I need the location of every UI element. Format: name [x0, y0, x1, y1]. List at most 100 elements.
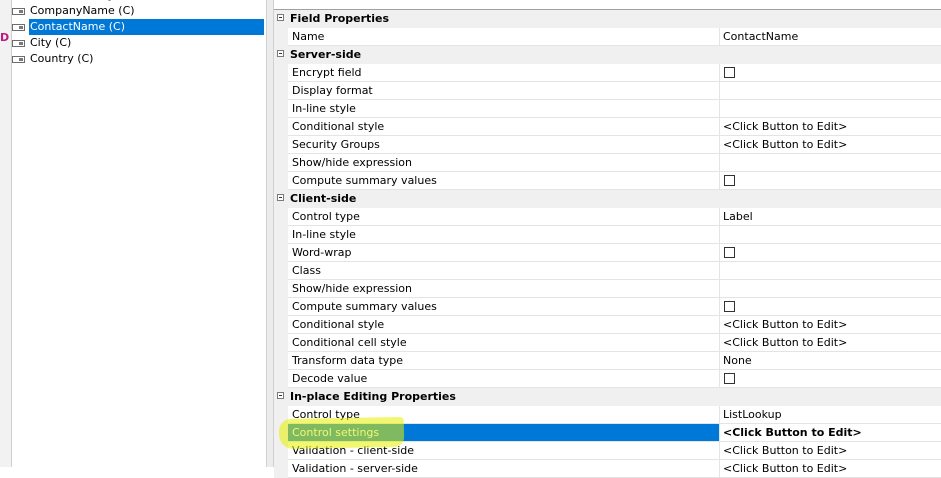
property-value[interactable]: ContactName: [720, 28, 941, 46]
category-label: Field Properties: [290, 12, 390, 25]
row-gutter: [274, 316, 288, 334]
property-checkbox-cell[interactable]: [720, 370, 941, 388]
property-row[interactable]: Control settings <Click Button to Edit>: [274, 424, 941, 442]
row-gutter: [274, 190, 288, 208]
property-row[interactable]: In-line style: [274, 226, 941, 244]
collapse-icon[interactable]: [277, 50, 284, 57]
property-value[interactable]: <Click Button to Edit>: [720, 136, 941, 154]
property-row[interactable]: Validation - client-side <Click Button to…: [274, 442, 941, 460]
property-name: Compute summary values: [288, 172, 720, 190]
property-row[interactable]: Class: [274, 262, 941, 280]
tree-node-label: CompanyName (C): [30, 4, 135, 17]
category-row[interactable]: Field Properties: [274, 10, 941, 28]
panel-splitter[interactable]: [266, 0, 274, 467]
property-row[interactable]: Show/hide expression: [274, 154, 941, 172]
tree-node-label: City (C): [30, 36, 72, 49]
property-name: Conditional style: [288, 118, 720, 136]
row-gutter: [274, 370, 288, 388]
property-value[interactable]: None: [720, 352, 941, 370]
category-label: In-place Editing Properties: [290, 390, 456, 403]
row-gutter: [274, 100, 288, 118]
property-row[interactable]: Encrypt field: [274, 64, 941, 82]
property-value[interactable]: [720, 262, 941, 280]
property-value[interactable]: <Click Button to Edit>: [720, 424, 941, 442]
property-checkbox-cell[interactable]: [720, 244, 941, 262]
property-row[interactable]: Control type ListLookup: [274, 406, 941, 424]
field-icon: [12, 7, 25, 15]
property-row[interactable]: Conditional cell style <Click Button to E…: [274, 334, 941, 352]
property-row[interactable]: Show/hide expression: [274, 280, 941, 298]
checkbox[interactable]: [724, 67, 735, 78]
property-row[interactable]: Conditional style <Click Button to Edit>: [274, 118, 941, 136]
row-gutter: [274, 352, 288, 370]
row-gutter: [274, 226, 288, 244]
property-name: Show/hide expression: [288, 154, 720, 172]
property-row[interactable]: Word-wrap: [274, 244, 941, 262]
checkbox[interactable]: [724, 373, 735, 384]
property-name: In-line style: [288, 226, 720, 244]
collapse-icon[interactable]: [277, 14, 284, 21]
property-value[interactable]: [720, 226, 941, 244]
property-value[interactable]: [720, 100, 941, 118]
property-row[interactable]: Conditional style <Click Button to Edit>: [274, 316, 941, 334]
row-gutter: [274, 298, 288, 316]
property-value[interactable]: [720, 280, 941, 298]
property-value[interactable]: <Click Button to Edit>: [720, 334, 941, 352]
property-row[interactable]: Security Groups <Click Button to Edit>: [274, 136, 941, 154]
property-value[interactable]: <Click Button to Edit>: [720, 442, 941, 460]
property-name: Display format: [288, 82, 720, 100]
property-row[interactable]: Compute summary values: [274, 298, 941, 316]
property-name: Validation - server-side: [288, 460, 720, 478]
checkbox[interactable]: [724, 175, 735, 186]
category-row[interactable]: Client-side: [274, 190, 941, 208]
property-row[interactable]: Compute summary values: [274, 172, 941, 190]
property-value[interactable]: <Click Button to Edit>: [720, 118, 941, 136]
property-row[interactable]: Transform data type None: [274, 352, 941, 370]
property-name: Validation - client-side: [288, 442, 720, 460]
tree-node-label: ContactName (C): [29, 19, 264, 35]
row-gutter: [274, 82, 288, 100]
row-gutter: [274, 334, 288, 352]
tree-node[interactable]: City (C): [12, 35, 74, 51]
property-checkbox-cell[interactable]: [720, 64, 941, 82]
checkbox[interactable]: [724, 301, 735, 312]
property-checkbox-cell[interactable]: [720, 172, 941, 190]
property-row[interactable]: Control type Label: [274, 208, 941, 226]
row-gutter: [274, 10, 288, 28]
category-label: Server-side: [290, 48, 362, 61]
property-row[interactable]: Display format: [274, 82, 941, 100]
row-gutter: [274, 172, 288, 190]
left-marker: D: [0, 31, 10, 44]
property-grid[interactable]: Field Properties Name ContactName Server-si…: [274, 9, 941, 478]
property-value[interactable]: [720, 154, 941, 172]
property-value[interactable]: [720, 82, 941, 100]
property-row[interactable]: In-line style: [274, 100, 941, 118]
category-row[interactable]: Server-side: [274, 46, 941, 64]
tree-node[interactable]: Country (C): [12, 51, 96, 67]
property-row[interactable]: Validation - server-side <Click Button to…: [274, 460, 941, 478]
collapse-icon[interactable]: [277, 392, 284, 399]
row-gutter: [274, 262, 288, 280]
tree-node[interactable]: ContactName (C): [12, 19, 264, 35]
property-value[interactable]: <Click Button to Edit>: [720, 460, 941, 478]
collapse-icon[interactable]: [277, 194, 284, 201]
property-row[interactable]: Name ContactName: [274, 28, 941, 46]
tree-node[interactable]: CompanyName (C): [12, 3, 138, 19]
property-value[interactable]: Label: [720, 208, 941, 226]
property-name: In-line style: [288, 100, 720, 118]
property-name: Compute summary values: [288, 298, 720, 316]
property-value[interactable]: ListLookup: [720, 406, 941, 424]
property-value[interactable]: <Click Button to Edit>: [720, 316, 941, 334]
field-tree[interactable]: CompanyName (C) ContactName (C) City (C) Co…: [12, 0, 266, 467]
property-name: Control type: [288, 406, 720, 424]
property-row[interactable]: Decode value: [274, 370, 941, 388]
row-gutter: [274, 46, 288, 64]
tree-node-label: Country (C): [30, 52, 94, 65]
category-row[interactable]: In-place Editing Properties: [274, 388, 941, 406]
property-checkbox-cell[interactable]: [720, 298, 941, 316]
checkbox[interactable]: [724, 247, 735, 258]
row-gutter: [274, 442, 288, 460]
row-gutter: [274, 136, 288, 154]
row-gutter: [274, 406, 288, 424]
left-gutter: D: [0, 0, 12, 467]
